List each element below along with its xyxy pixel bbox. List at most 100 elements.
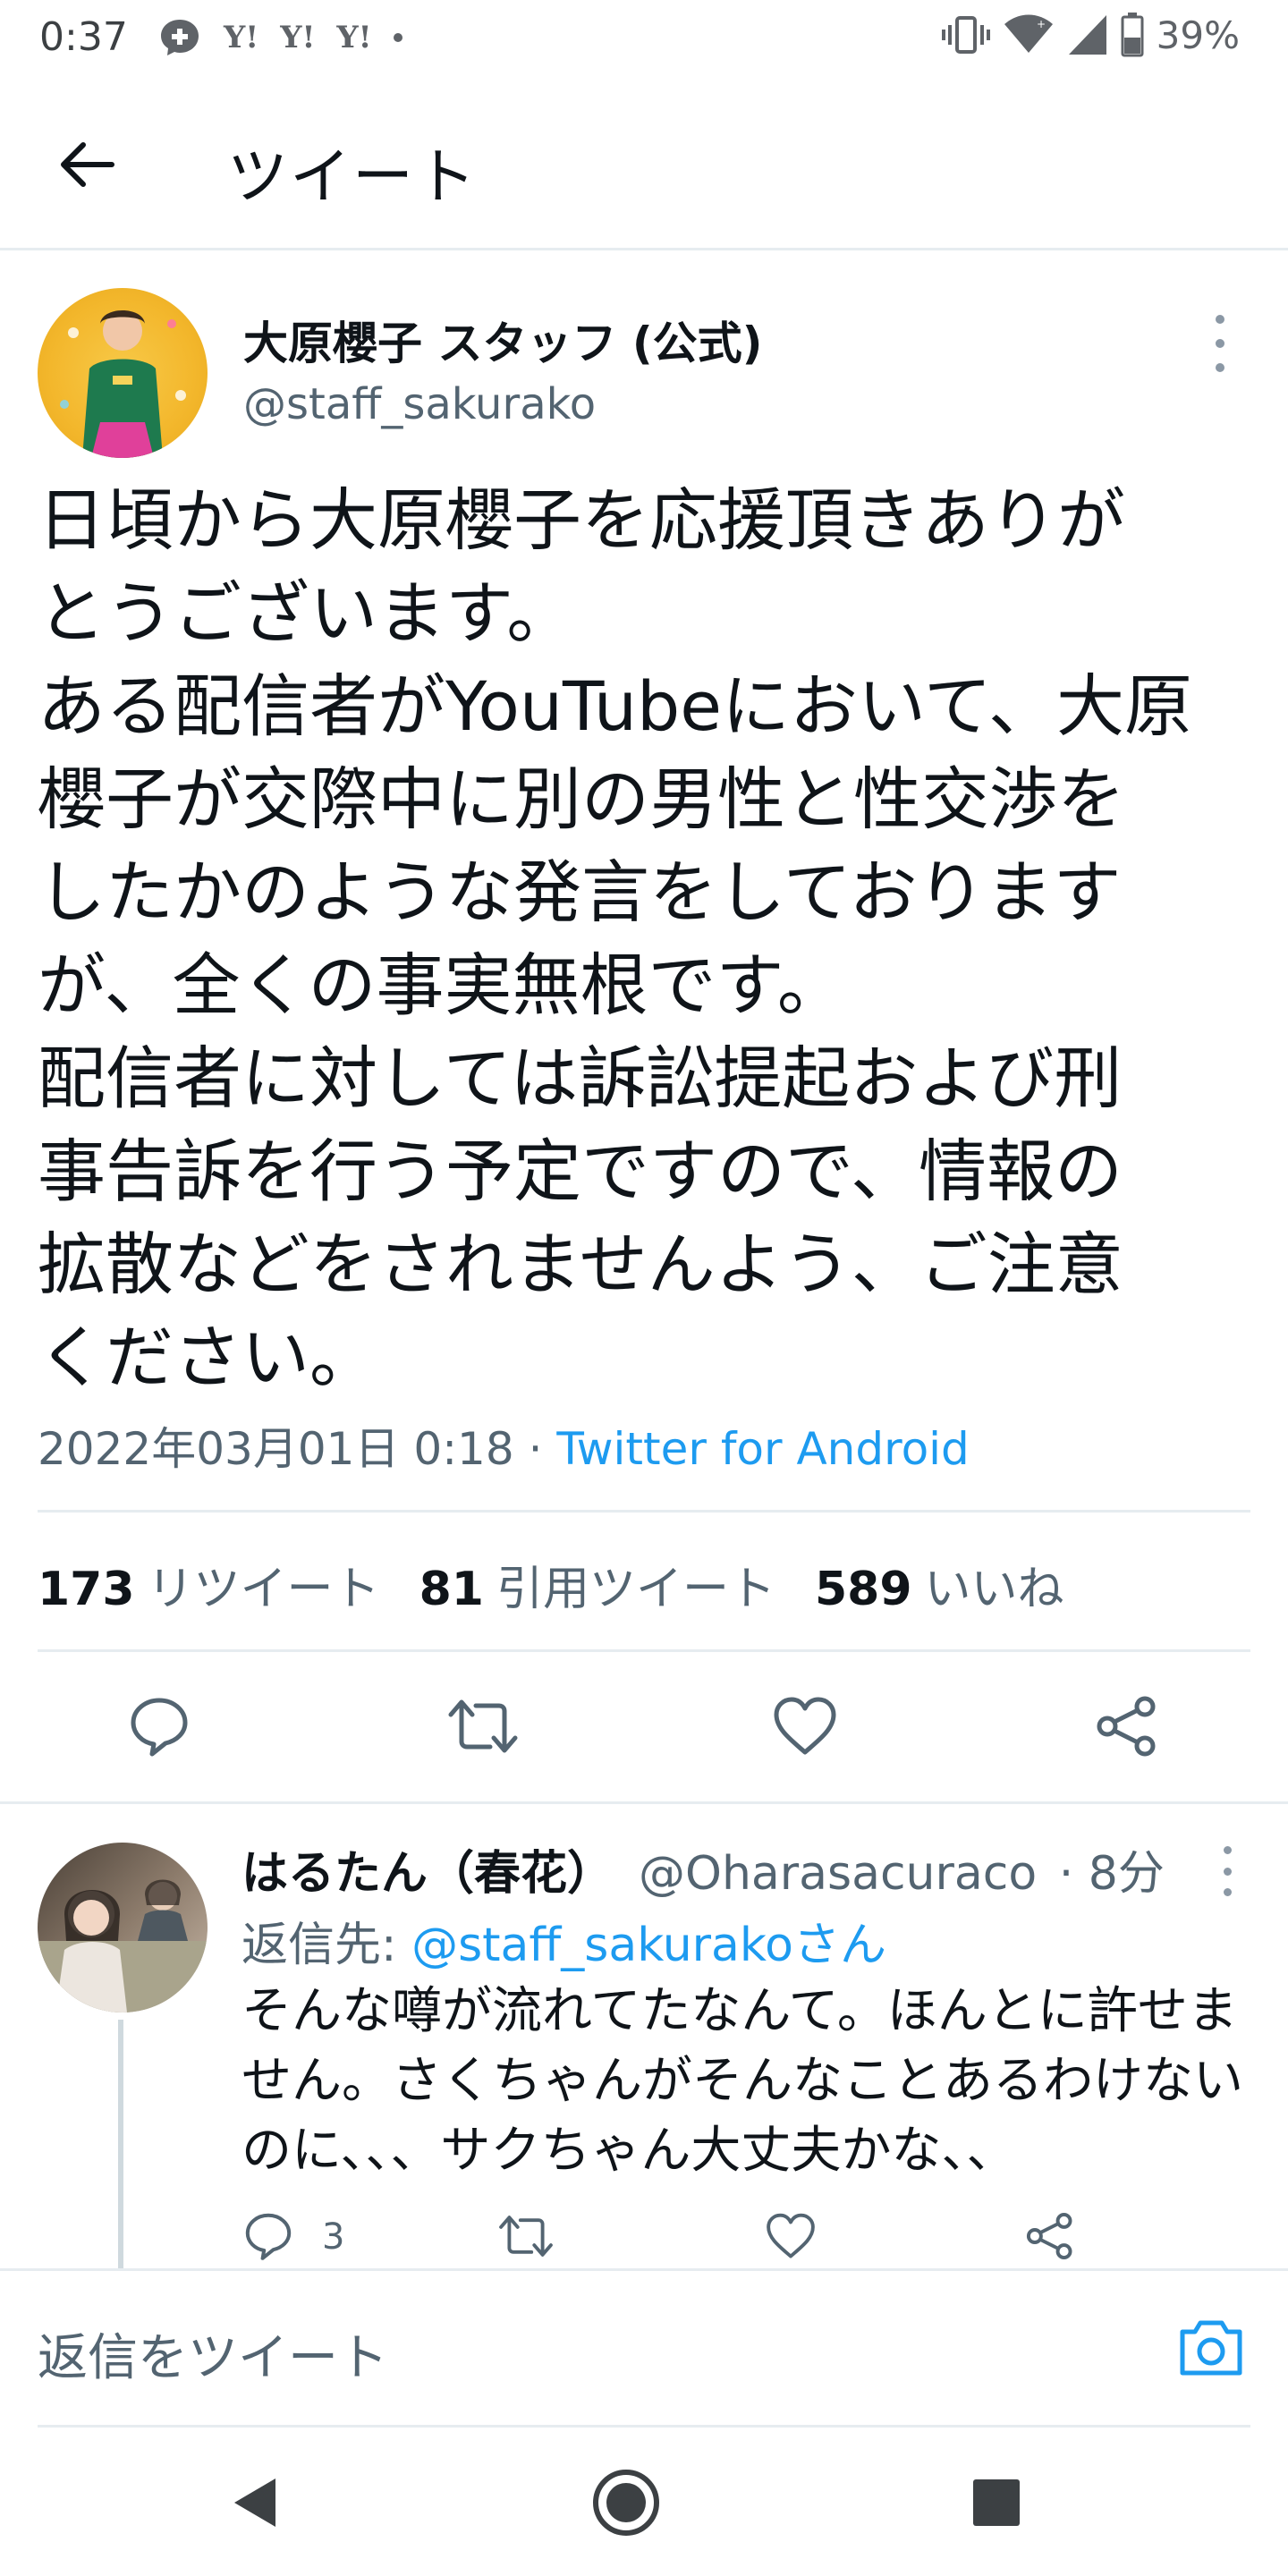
divider (38, 1510, 1250, 1513)
reply-like-button[interactable] (762, 2207, 819, 2265)
reply-text-line: のに、、、サクちゃん大丈夫かな、、 (242, 2122, 1017, 2180)
notification-dot-icon (393, 33, 402, 42)
reply-share-button[interactable] (1021, 2207, 1079, 2265)
divider (38, 1649, 1250, 1652)
quotes-stat[interactable]: 81 引用ツイート (419, 1551, 775, 1618)
like-icon (767, 2213, 815, 2258)
reply-input[interactable]: 返信をツイート (38, 2318, 388, 2390)
reply-time: · 8分 (1058, 1847, 1165, 1901)
author-handle[interactable]: @staff_sakurako (243, 379, 596, 429)
reply-header: はるたん（春花） @Oharasacuraco · 8分 (242, 1835, 1165, 1902)
tweet-text-line: 拡散などをされませんよう、ご注意 (38, 1224, 1123, 1304)
tweet-client-link[interactable]: Twitter for Android (556, 1423, 969, 1475)
status-time: 0:37 (39, 14, 128, 60)
reply-to-prefix: 返信先: (242, 1919, 412, 1972)
yahoo-icon: Y! (336, 20, 372, 55)
tweet-metadata: 2022年03月01日 0:18 · Twitter for Android (38, 1413, 970, 1478)
avatar-image (38, 1879, 208, 2012)
back-triangle-icon (234, 2479, 275, 2527)
reply-text-line: そんな噂が流れてたなんて。ほんとに許せま (242, 1982, 1238, 2040)
more-dot (1216, 315, 1224, 324)
author-name[interactable]: 大原櫻子 スタッフ (公式) (243, 308, 763, 372)
retweet-icon (448, 1699, 518, 1753)
tweet-text-line: 事告訴を行う予定ですので、情報の (38, 1131, 1123, 1211)
reply-author-handle[interactable]: @Oharasacuraco (639, 1847, 1037, 1901)
system-navigation-bar (0, 2428, 1288, 2576)
camera-button[interactable] (1177, 2316, 1249, 2384)
reply-actions (0, 2207, 1288, 2270)
more-dot (1223, 1846, 1232, 1854)
yahoo-icon: Y! (280, 20, 316, 55)
page-title: ツイート (227, 142, 479, 213)
messenger-icon (161, 20, 199, 55)
retweets-label: リツイート (147, 1563, 380, 1616)
back-button[interactable] (52, 129, 123, 200)
avatar-image (60, 310, 186, 458)
reply-reply-count: 3 (322, 2216, 345, 2258)
recents-square-icon (973, 2479, 1020, 2526)
nav-back-button[interactable] (218, 2467, 290, 2538)
reply-to-mention[interactable]: @staff_sakurakoさん (411, 1919, 886, 1972)
more-dot (1216, 363, 1224, 372)
camera-icon (1180, 2320, 1242, 2376)
tweet-text-line: 配信者に対しては訴訟提起および刑 (38, 1038, 1123, 1118)
reply-icon (245, 2213, 292, 2260)
reply-retweet-button[interactable] (497, 2207, 555, 2265)
tweet-body: 日頃から大原櫻子を応援頂きありが とうございます。 ある配信者がYouTubeに… (38, 474, 1263, 1404)
yahoo-icon: Y! (224, 20, 259, 55)
system-icons: + 39% (941, 13, 1240, 57)
reply-icon (131, 1698, 188, 1757)
vibrate-icon (941, 16, 990, 54)
replying-to: 返信先: @staff_sakurakoさん (242, 1907, 886, 1974)
tweet-stats: 173 リツイート 81 引用ツイート 589 いいね (38, 1551, 1064, 1618)
nav-home-button[interactable] (590, 2467, 662, 2538)
share-icon (1026, 2212, 1072, 2260)
retweet-button[interactable] (447, 1690, 519, 1762)
more-dot (1216, 339, 1224, 348)
nav-recents-button[interactable] (961, 2467, 1032, 2538)
like-icon (774, 1697, 836, 1755)
section-divider (0, 1801, 1288, 1804)
tweet-text-line: ください。 (38, 1318, 377, 1397)
reply-reply-button[interactable] (240, 2207, 297, 2265)
reply-body: そんな噂が流れてたなんて。ほんとに許せま せん。さくちゃんがそんなことあるわけな… (242, 1977, 1270, 2186)
retweet-icon (499, 2216, 553, 2257)
share-button[interactable] (1091, 1690, 1163, 1762)
tweet-text-line: 日頃から大原櫻子を応援頂きありが (38, 480, 1125, 560)
reply-author-avatar[interactable] (38, 1843, 208, 2012)
share-icon (1097, 1696, 1156, 1757)
tweet-text-line: が、全くの事実無根です。 (38, 945, 845, 1025)
battery-icon (1121, 13, 1144, 57)
signal-icon (1068, 15, 1106, 55)
wifi-icon: + (1004, 14, 1053, 53)
author-avatar[interactable] (38, 288, 208, 458)
tweet-timestamp: 2022年03月01日 0:18 (38, 1423, 514, 1475)
tweet-actions (0, 1690, 1288, 1771)
reply-more-options-button[interactable] (1218, 1846, 1236, 1896)
meta-separator: · (513, 1423, 557, 1475)
reply-composer[interactable]: 返信をツイート (0, 2268, 1288, 2428)
reply-text-line: せん。さくちゃんがそんなことあるわけない (242, 2052, 1243, 2110)
reply-button[interactable] (123, 1690, 195, 1762)
svg-text:+: + (1037, 18, 1046, 30)
tweet-text-line: 櫻子が交際中に別の男性と性交渉を (38, 759, 1125, 839)
retweets-count: 173 (38, 1563, 135, 1616)
tweet-text-line: ある配信者がYouTubeにおいて、大原 (38, 666, 1192, 746)
like-button[interactable] (769, 1690, 841, 1762)
home-circle-icon (593, 2470, 659, 2536)
top-app-bar: ツイート (0, 75, 1288, 250)
reply-author-name[interactable]: はるたん（春花） (242, 1847, 614, 1901)
arrow-left-icon (61, 142, 114, 187)
likes-stat[interactable]: 589 いいね (815, 1551, 1064, 1618)
status-bar: 0:37 Y! Y! Y! + 39% (0, 0, 1288, 75)
quotes-label: 引用ツイート (496, 1563, 775, 1616)
likes-count: 589 (814, 1563, 912, 1616)
more-dot (1223, 1867, 1232, 1876)
quotes-count: 81 (419, 1563, 484, 1616)
likes-label: いいね (924, 1563, 1064, 1616)
retweets-stat[interactable]: 173 リツイート (38, 1551, 380, 1618)
notification-icons: Y! Y! Y! (157, 16, 402, 59)
battery-percent: 39% (1156, 13, 1240, 57)
more-options-button[interactable] (1209, 315, 1231, 372)
tweet-text-line: とうございます。 (38, 573, 575, 653)
